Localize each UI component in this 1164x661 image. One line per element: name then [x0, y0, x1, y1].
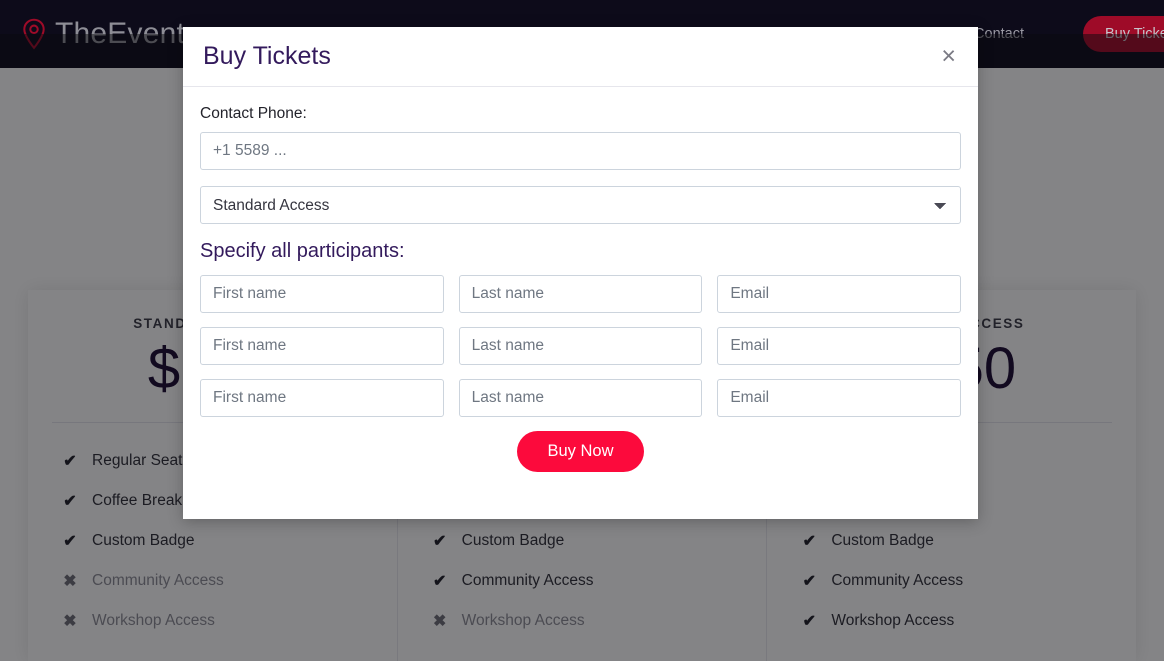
modal-title: Buy Tickets [203, 42, 331, 71]
ticket-type-field-group: Standard Access Pro Access Premium Acces… [200, 186, 961, 224]
participant-row [200, 275, 961, 313]
buy-now-button[interactable]: Buy Now [517, 431, 643, 472]
modal-header: Buy Tickets × [183, 27, 978, 87]
participant-last-name-input[interactable] [459, 327, 703, 365]
contact-phone-input[interactable] [200, 132, 961, 170]
close-icon[interactable]: × [939, 44, 958, 69]
participant-email-input[interactable] [717, 379, 961, 417]
participant-email-input[interactable] [717, 275, 961, 313]
modal-body: Contact Phone: Standard Access Pro Acces… [183, 87, 978, 472]
buy-tickets-modal: Buy Tickets × Contact Phone: Standard Ac… [183, 27, 978, 519]
modal-footer: Buy Now [200, 431, 961, 472]
participant-first-name-input[interactable] [200, 327, 444, 365]
ticket-type-select[interactable]: Standard Access Pro Access Premium Acces… [200, 186, 961, 224]
participant-email-input[interactable] [717, 327, 961, 365]
participant-row [200, 327, 961, 365]
participant-first-name-input[interactable] [200, 275, 444, 313]
participant-last-name-input[interactable] [459, 275, 703, 313]
participant-row [200, 379, 961, 417]
contact-phone-field-group: Contact Phone: [200, 105, 961, 170]
participants-label: Specify all participants: [200, 240, 961, 263]
contact-phone-label: Contact Phone: [200, 105, 961, 123]
participant-first-name-input[interactable] [200, 379, 444, 417]
participant-last-name-input[interactable] [459, 379, 703, 417]
